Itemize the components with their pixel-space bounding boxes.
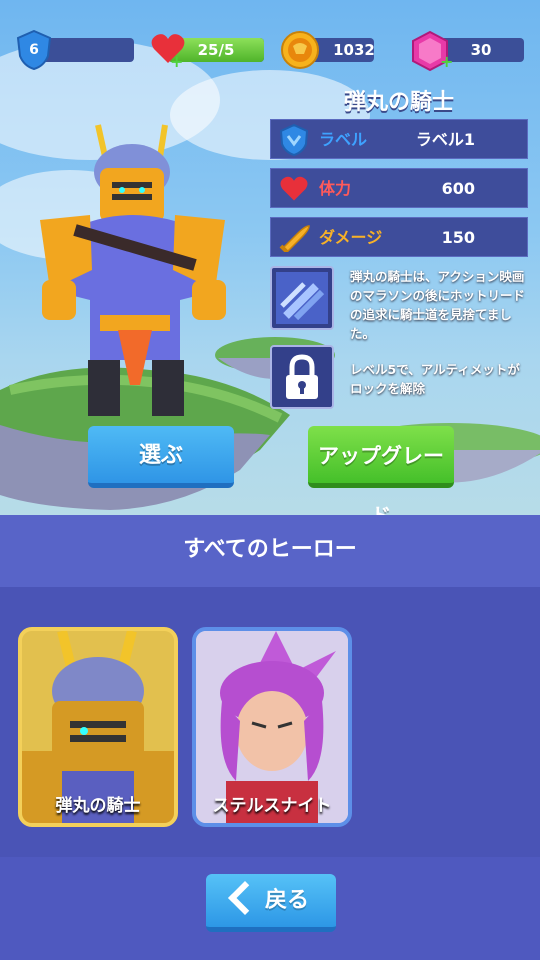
skill-slot-ultimate-locked[interactable] xyxy=(270,345,334,409)
coins-value: 1032 xyxy=(333,41,375,59)
bullets-skill-icon xyxy=(276,272,328,324)
add-health-icon[interactable]: + xyxy=(170,52,183,71)
chevron-left-icon xyxy=(228,881,262,915)
gems-value: 30 xyxy=(470,41,492,59)
back-button[interactable]: 戻る xyxy=(206,874,336,932)
back-label: 戻る xyxy=(264,888,309,913)
add-gems-icon[interactable]: + xyxy=(440,52,453,71)
stat-label: 体力 xyxy=(319,179,352,198)
player-level: 6 xyxy=(29,42,39,58)
all-heroes-title: すべてのヒーロー xyxy=(183,537,357,562)
hero-card-stealth-knight[interactable]: ステルスナイト xyxy=(192,627,352,827)
stat-value: 150 xyxy=(441,228,475,247)
hero-card-bullet-knight[interactable]: 弾丸の騎士 xyxy=(18,627,178,827)
coin-icon xyxy=(281,31,319,69)
resource-bar: 6 25/5 + 1032 30 + xyxy=(0,30,540,74)
lock-icon xyxy=(286,354,318,399)
stat-row-health: 体力 600 xyxy=(270,168,528,208)
select-hero-button[interactable]: 選ぶ xyxy=(88,426,234,488)
stat-value: ラベル1 xyxy=(415,130,475,149)
hero-card-name: 弾丸の騎士 xyxy=(55,796,141,816)
hero-card-name: ステルスナイト xyxy=(212,796,332,816)
shield-icon xyxy=(279,124,309,156)
skill-slot-bullets[interactable] xyxy=(270,266,334,330)
upgrade-button[interactable]: アップグレード xyxy=(308,426,454,528)
bullet-icon xyxy=(279,225,310,252)
ultimate-unlock-text: レベル5で、アルティメットがロックを解除 xyxy=(350,362,520,396)
hero-name: 弾丸の騎士 xyxy=(343,90,454,115)
stat-label: ダメージ xyxy=(319,228,383,247)
stat-label: ラベル xyxy=(319,130,368,149)
hero-model-knight xyxy=(40,124,226,416)
stat-row-label: ラベル ラベル1 xyxy=(270,119,528,159)
stat-value: 600 xyxy=(441,179,475,198)
stat-row-damage: ダメージ 150 xyxy=(270,217,528,257)
heart-icon xyxy=(280,176,308,201)
skill-description: 弾丸の騎士は、アクション映画のマラソンの後にホットリードの追求に騎士道を見捨てま… xyxy=(350,269,526,341)
